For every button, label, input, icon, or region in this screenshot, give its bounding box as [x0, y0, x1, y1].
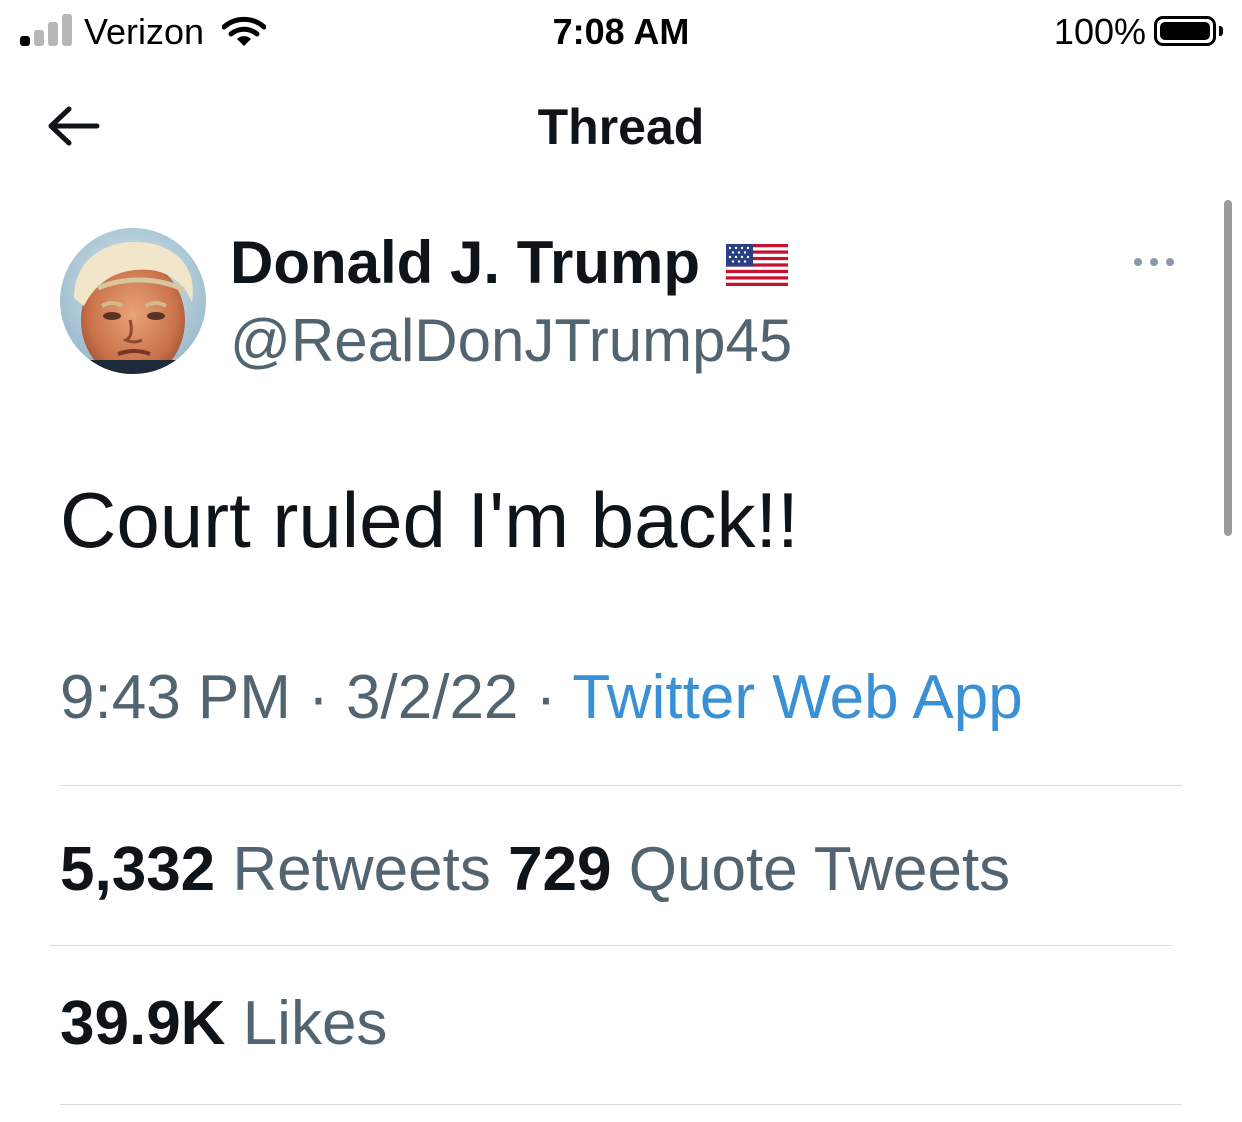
more-options-button[interactable]	[1124, 244, 1184, 280]
divider	[60, 785, 1182, 786]
meta-separator: ·	[535, 663, 557, 732]
divider	[60, 1104, 1182, 1105]
page-title: Thread	[537, 99, 705, 155]
tweet-date: 3/2/22	[346, 663, 519, 732]
retweets-stat[interactable]: 5,332 Retweets	[60, 835, 491, 904]
tweet-thread-screen: Verizon 7:08 AM 100% Thread Donald J. Tr…	[0, 0, 1242, 1122]
tweet-metadata: 9:43 PM · 3/2/22 · Twitter Web App	[60, 660, 1023, 736]
author-name-row: Donald J. Trump	[230, 226, 789, 300]
retweets-count: 5,332	[60, 835, 216, 904]
battery-icon	[1154, 16, 1216, 46]
likes-stat[interactable]: 39.9K Likes	[60, 989, 387, 1058]
status-bar: Verizon 7:08 AM 100%	[0, 0, 1242, 66]
author-display-name[interactable]: Donald J. Trump	[230, 226, 700, 300]
divider	[50, 945, 1172, 946]
likes-stats-row: 39.9K Likes	[60, 986, 387, 1062]
quote-tweets-count: 729	[508, 835, 612, 904]
likes-label: Likes	[242, 989, 388, 1058]
meta-separator: ·	[308, 663, 329, 732]
us-flag-icon	[726, 244, 789, 286]
retweets-label: Retweets	[232, 835, 491, 904]
battery-percentage: 100%	[1053, 11, 1146, 52]
tweet-source-link[interactable]: Twitter Web App	[572, 663, 1022, 732]
scrollbar[interactable]	[1224, 200, 1232, 536]
engagement-stats-row: 5,332 Retweets 729 Quote Tweets	[60, 832, 1010, 908]
avatar[interactable]	[60, 228, 206, 374]
likes-count: 39.9K	[60, 989, 226, 1058]
battery-cap	[1219, 26, 1223, 36]
tweet-time: 9:43 PM	[60, 663, 291, 732]
more-horizontal-icon	[1134, 258, 1174, 266]
quote-tweets-stat[interactable]: 729 Quote Tweets	[508, 835, 1010, 904]
quote-tweets-label: Quote Tweets	[628, 835, 1011, 904]
author-handle[interactable]: @RealDonJTrump45	[230, 304, 792, 378]
tweet-text: Court ruled I'm back!!	[60, 476, 799, 564]
